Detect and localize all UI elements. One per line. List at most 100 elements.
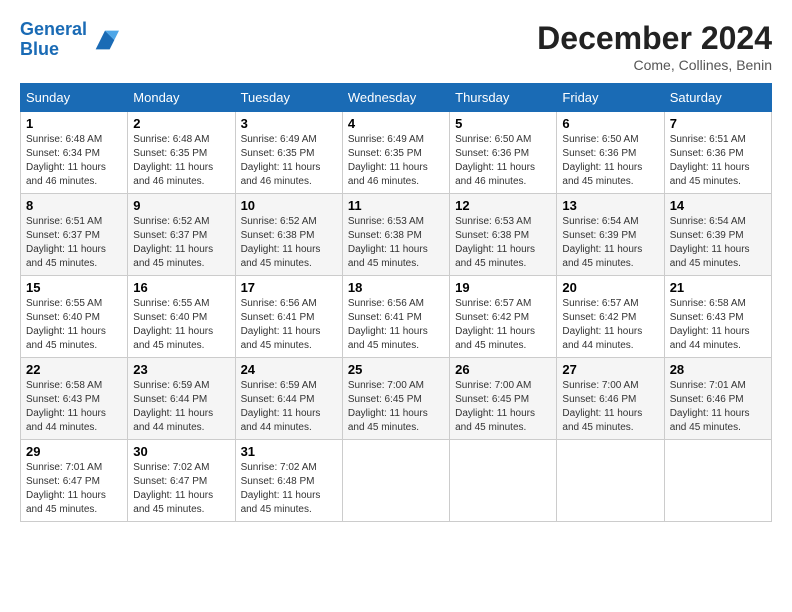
calendar-cell: 28 Sunrise: 7:01 AM Sunset: 6:46 PM Dayli… (664, 358, 771, 440)
day-number: 17 (241, 280, 337, 295)
logo: General Blue (20, 20, 119, 60)
day-detail: Sunrise: 6:59 AM Sunset: 6:44 PM Dayligh… (133, 379, 229, 435)
day-detail: Sunrise: 6:48 AM Sunset: 6:35 PM Dayligh… (133, 133, 229, 189)
day-detail: Sunrise: 6:57 AM Sunset: 6:42 PM Dayligh… (562, 297, 658, 353)
day-number: 16 (133, 280, 229, 295)
day-detail: Sunrise: 7:01 AM Sunset: 6:46 PM Dayligh… (670, 379, 766, 435)
calendar-week-1: 1 Sunrise: 6:48 AM Sunset: 6:34 PM Daylig… (21, 112, 772, 194)
day-number: 4 (348, 116, 444, 131)
day-detail: Sunrise: 7:00 AM Sunset: 6:46 PM Dayligh… (562, 379, 658, 435)
day-detail: Sunrise: 6:51 AM Sunset: 6:36 PM Dayligh… (670, 133, 766, 189)
calendar-cell: 21 Sunrise: 6:58 AM Sunset: 6:43 PM Dayli… (664, 276, 771, 358)
calendar-cell: 3 Sunrise: 6:49 AM Sunset: 6:35 PM Daylig… (235, 112, 342, 194)
day-detail: Sunrise: 7:00 AM Sunset: 6:45 PM Dayligh… (348, 379, 444, 435)
day-number: 19 (455, 280, 551, 295)
calendar-cell: 1 Sunrise: 6:48 AM Sunset: 6:34 PM Daylig… (21, 112, 128, 194)
day-detail: Sunrise: 6:53 AM Sunset: 6:38 PM Dayligh… (455, 215, 551, 271)
day-number: 22 (26, 362, 122, 377)
logo-text: General Blue (20, 20, 87, 60)
calendar-cell: 23Sunrise: 6:59 AM Sunset: 6:44 PM Dayli… (128, 358, 235, 440)
day-number: 27 (562, 362, 658, 377)
day-detail: Sunrise: 6:51 AM Sunset: 6:37 PM Dayligh… (26, 215, 122, 271)
day-number: 11 (348, 198, 444, 213)
day-number: 9 (133, 198, 229, 213)
calendar-table: SundayMondayTuesdayWednesdayThursdayFrid… (20, 83, 772, 522)
day-detail: Sunrise: 6:58 AM Sunset: 6:43 PM Dayligh… (26, 379, 122, 435)
calendar-cell: 29 Sunrise: 7:01 AM Sunset: 6:47 PM Dayli… (21, 440, 128, 522)
col-header-saturday: Saturday (664, 84, 771, 112)
day-detail: Sunrise: 6:52 AM Sunset: 6:37 PM Dayligh… (133, 215, 229, 271)
day-detail: Sunrise: 6:55 AM Sunset: 6:40 PM Dayligh… (133, 297, 229, 353)
day-number: 2 (133, 116, 229, 131)
calendar-cell: 4 Sunrise: 6:49 AM Sunset: 6:35 PM Daylig… (342, 112, 449, 194)
header-row: SundayMondayTuesdayWednesdayThursdayFrid… (21, 84, 772, 112)
day-number: 5 (455, 116, 551, 131)
day-detail: Sunrise: 6:54 AM Sunset: 6:39 PM Dayligh… (670, 215, 766, 271)
calendar-week-2: 8Sunrise: 6:51 AM Sunset: 6:37 PM Daylig… (21, 194, 772, 276)
day-number: 13 (562, 198, 658, 213)
day-detail: Sunrise: 6:49 AM Sunset: 6:35 PM Dayligh… (348, 133, 444, 189)
col-header-tuesday: Tuesday (235, 84, 342, 112)
day-detail: Sunrise: 6:52 AM Sunset: 6:38 PM Dayligh… (241, 215, 337, 271)
day-detail: Sunrise: 6:48 AM Sunset: 6:34 PM Dayligh… (26, 133, 122, 189)
calendar-cell: 31Sunrise: 7:02 AM Sunset: 6:48 PM Dayli… (235, 440, 342, 522)
calendar-cell: 9 Sunrise: 6:52 AM Sunset: 6:37 PM Daylig… (128, 194, 235, 276)
day-number: 21 (670, 280, 766, 295)
calendar-cell: 25 Sunrise: 7:00 AM Sunset: 6:45 PM Dayli… (342, 358, 449, 440)
day-detail: Sunrise: 6:50 AM Sunset: 6:36 PM Dayligh… (455, 133, 551, 189)
day-detail: Sunrise: 6:58 AM Sunset: 6:43 PM Dayligh… (670, 297, 766, 353)
day-detail: Sunrise: 7:02 AM Sunset: 6:47 PM Dayligh… (133, 461, 229, 517)
day-detail: Sunrise: 6:59 AM Sunset: 6:44 PM Dayligh… (241, 379, 337, 435)
calendar-cell: 14Sunrise: 6:54 AM Sunset: 6:39 PM Dayli… (664, 194, 771, 276)
calendar-cell: 11Sunrise: 6:53 AM Sunset: 6:38 PM Dayli… (342, 194, 449, 276)
calendar-cell (450, 440, 557, 522)
day-detail: Sunrise: 6:55 AM Sunset: 6:40 PM Dayligh… (26, 297, 122, 353)
day-number: 1 (26, 116, 122, 131)
day-number: 26 (455, 362, 551, 377)
day-number: 12 (455, 198, 551, 213)
calendar-cell: 17 Sunrise: 6:56 AM Sunset: 6:41 PM Dayli… (235, 276, 342, 358)
calendar-cell: 27 Sunrise: 7:00 AM Sunset: 6:46 PM Dayli… (557, 358, 664, 440)
day-detail: Sunrise: 6:49 AM Sunset: 6:35 PM Dayligh… (241, 133, 337, 189)
day-detail: Sunrise: 7:01 AM Sunset: 6:47 PM Dayligh… (26, 461, 122, 517)
day-number: 15 (26, 280, 122, 295)
calendar-cell: 16 Sunrise: 6:55 AM Sunset: 6:40 PM Dayli… (128, 276, 235, 358)
col-header-thursday: Thursday (450, 84, 557, 112)
day-number: 18 (348, 280, 444, 295)
col-header-monday: Monday (128, 84, 235, 112)
calendar-cell: 5 Sunrise: 6:50 AM Sunset: 6:36 PM Daylig… (450, 112, 557, 194)
day-number: 20 (562, 280, 658, 295)
day-detail: Sunrise: 7:00 AM Sunset: 6:45 PM Dayligh… (455, 379, 551, 435)
day-detail: Sunrise: 6:56 AM Sunset: 6:41 PM Dayligh… (348, 297, 444, 353)
day-number: 25 (348, 362, 444, 377)
calendar-cell (342, 440, 449, 522)
calendar-week-5: 29 Sunrise: 7:01 AM Sunset: 6:47 PM Dayli… (21, 440, 772, 522)
calendar-cell: 6 Sunrise: 6:50 AM Sunset: 6:36 PM Daylig… (557, 112, 664, 194)
calendar-week-4: 22 Sunrise: 6:58 AM Sunset: 6:43 PM Dayli… (21, 358, 772, 440)
col-header-friday: Friday (557, 84, 664, 112)
title-block: December 2024 Come, Collines, Benin (537, 20, 772, 73)
calendar-cell (664, 440, 771, 522)
calendar-cell: 2 Sunrise: 6:48 AM Sunset: 6:35 PM Daylig… (128, 112, 235, 194)
calendar-week-3: 15 Sunrise: 6:55 AM Sunset: 6:40 PM Dayli… (21, 276, 772, 358)
day-detail: Sunrise: 6:57 AM Sunset: 6:42 PM Dayligh… (455, 297, 551, 353)
calendar-cell: 13 Sunrise: 6:54 AM Sunset: 6:39 PM Dayli… (557, 194, 664, 276)
day-detail: Sunrise: 6:50 AM Sunset: 6:36 PM Dayligh… (562, 133, 658, 189)
location: Come, Collines, Benin (537, 57, 772, 73)
day-number: 24 (241, 362, 337, 377)
col-header-wednesday: Wednesday (342, 84, 449, 112)
day-number: 3 (241, 116, 337, 131)
calendar-cell: 8Sunrise: 6:51 AM Sunset: 6:37 PM Daylig… (21, 194, 128, 276)
calendar-cell: 20 Sunrise: 6:57 AM Sunset: 6:42 PM Dayli… (557, 276, 664, 358)
calendar-cell: 26 Sunrise: 7:00 AM Sunset: 6:45 PM Dayli… (450, 358, 557, 440)
day-number: 29 (26, 444, 122, 459)
day-detail: Sunrise: 6:54 AM Sunset: 6:39 PM Dayligh… (562, 215, 658, 271)
day-number: 6 (562, 116, 658, 131)
day-number: 28 (670, 362, 766, 377)
calendar-cell: 19 Sunrise: 6:57 AM Sunset: 6:42 PM Dayli… (450, 276, 557, 358)
logo-icon (91, 26, 119, 54)
day-detail: Sunrise: 7:02 AM Sunset: 6:48 PM Dayligh… (241, 461, 337, 517)
day-detail: Sunrise: 6:56 AM Sunset: 6:41 PM Dayligh… (241, 297, 337, 353)
day-number: 7 (670, 116, 766, 131)
calendar-cell: 18 Sunrise: 6:56 AM Sunset: 6:41 PM Dayli… (342, 276, 449, 358)
